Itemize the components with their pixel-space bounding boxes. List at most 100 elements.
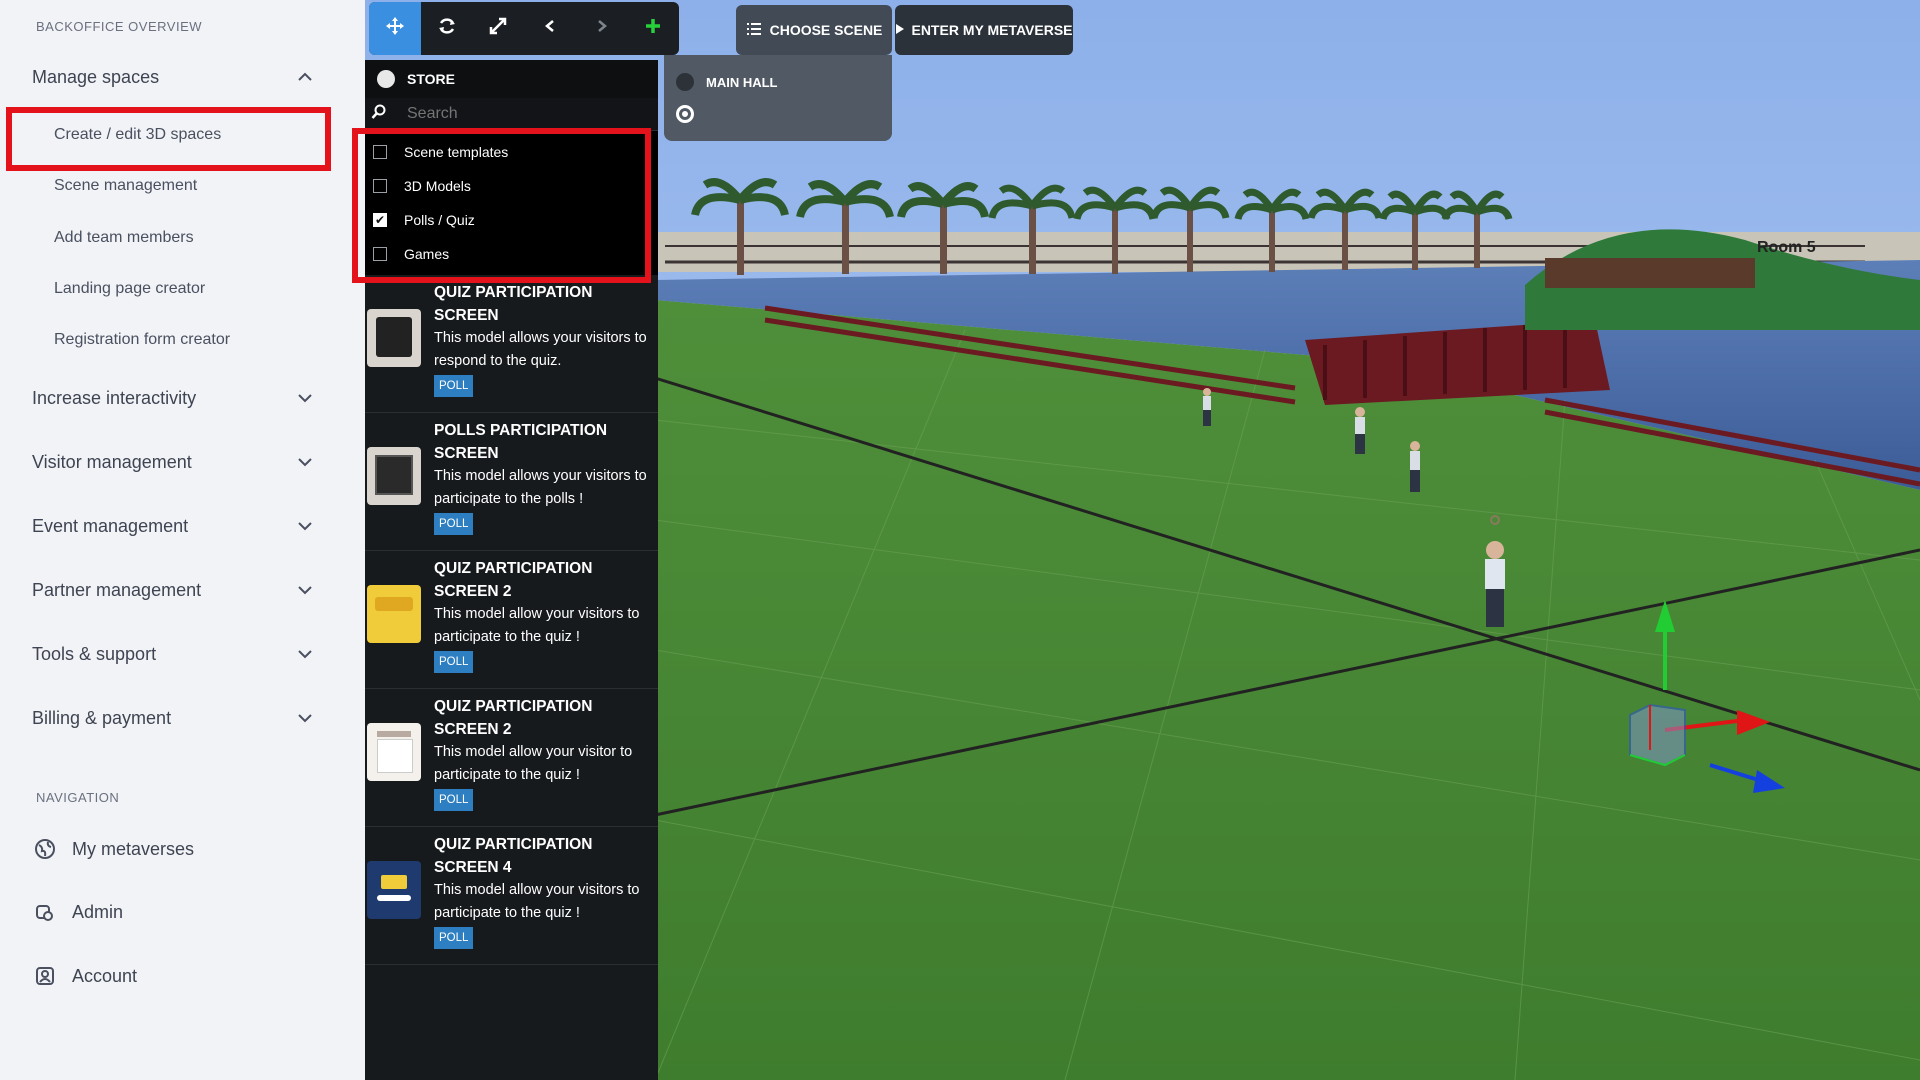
store-item[interactable]: QUIZ PARTICIPATION SCREEN This model all… — [365, 275, 658, 413]
nav-link-label: Account — [72, 965, 138, 986]
chevron-down-icon — [295, 452, 315, 472]
checkbox[interactable] — [373, 145, 387, 159]
nav-group-visitor-management[interactable]: Visitor management — [32, 444, 315, 480]
filter-scene-templates[interactable]: Scene templates — [365, 135, 658, 169]
item-title: POLLS PARTICIPATION SCREEN — [434, 422, 608, 462]
item-description: This model allows your visitors to respo… — [434, 330, 647, 369]
nav-group-event-management[interactable]: Event management — [32, 508, 315, 544]
item-description: This model allow your visitors to partic… — [434, 882, 640, 921]
item-thumbnail — [367, 723, 421, 781]
store-search-bar — [365, 98, 658, 131]
item-thumbnail — [367, 447, 421, 505]
nav-link-label: Admin — [72, 901, 124, 922]
backoffice-sidebar: BACKOFFICE OVERVIEW Manage spaces Create… — [0, 0, 347, 1080]
filter-label: 3D Models — [404, 178, 471, 194]
checkbox[interactable] — [373, 179, 387, 193]
store-filter-list: Scene templates 3D Models ✔ Polls / Quiz… — [365, 131, 658, 275]
chevron-down-icon — [295, 580, 315, 600]
item-title: QUIZ PARTICIPATION SCREEN 2 — [434, 560, 593, 600]
chevron-up-icon — [295, 67, 315, 87]
sidebar-item-create-edit-3d-spaces[interactable]: Create / edit 3D spaces — [54, 120, 221, 150]
chevron-down-icon — [295, 516, 315, 536]
sidebar-item-add-team-members[interactable]: Add team members — [54, 223, 194, 253]
enter-metaverse-label: ENTER MY METAVERSE — [911, 22, 1073, 38]
chevron-down-icon — [295, 388, 315, 408]
add-object-button[interactable] — [627, 2, 679, 55]
store-item[interactable]: QUIZ PARTICIPATION SCREEN 2 This model a… — [365, 551, 658, 689]
rotate-tool-button[interactable] — [421, 2, 473, 55]
checkbox-checked[interactable]: ✔ — [373, 213, 387, 227]
item-title: QUIZ PARTICIPATION SCREEN 2 — [434, 698, 593, 738]
item-badge: POLL — [434, 375, 474, 397]
globe-icon — [32, 836, 58, 862]
item-title: QUIZ PARTICIPATION SCREEN 4 — [434, 836, 593, 876]
item-badge: POLL — [434, 927, 474, 949]
redo-button[interactable] — [576, 2, 628, 55]
chevron-down-icon — [295, 708, 315, 728]
list-icon — [746, 22, 762, 39]
filter-label: Scene templates — [404, 144, 509, 160]
account-icon — [32, 963, 58, 989]
room-label: Room 5 — [1757, 239, 1816, 256]
sidebar-item-registration-form-creator[interactable]: Registration form creator — [54, 325, 230, 355]
nav-group-label: Event management — [32, 515, 189, 536]
scene-option-main-hall[interactable]: MAIN HALL — [676, 73, 778, 91]
nav-group-label: Partner management — [32, 579, 202, 600]
scene-option-selected[interactable] — [676, 105, 706, 123]
sidebar-item-landing-page-creator[interactable]: Landing page creator — [54, 274, 205, 304]
nav-group-label: Billing & payment — [32, 707, 172, 728]
store-toggle-icon[interactable] — [377, 70, 395, 88]
filter-3d-models[interactable]: 3D Models — [365, 169, 658, 203]
item-description: This model allow your visitor to partici… — [434, 744, 633, 783]
choose-scene-label: CHOOSE SCENE — [769, 22, 883, 38]
play-icon — [895, 22, 905, 38]
item-badge: POLL — [434, 651, 474, 673]
scale-tool-button[interactable] — [472, 2, 524, 55]
sidebar-item-scene-management[interactable]: Scene management — [54, 171, 197, 201]
scene-selector-dropdown: MAIN HALL — [664, 55, 892, 141]
nav-link-my-metaverses[interactable]: My metaverses — [32, 832, 194, 866]
move-icon — [385, 16, 405, 41]
nav-group-billing-payment[interactable]: Billing & payment — [32, 700, 315, 736]
store-title: STORE — [407, 71, 455, 87]
nav-group-label: Visitor management — [32, 451, 192, 472]
chevron-right-icon — [596, 19, 608, 38]
search-icon — [371, 104, 387, 125]
move-tool-button[interactable] — [369, 2, 421, 55]
nav-link-admin[interactable]: Admin — [32, 895, 123, 929]
undo-button[interactable] — [524, 2, 576, 55]
item-thumbnail — [367, 309, 421, 367]
nav-link-label: My metaverses — [72, 838, 195, 859]
nav-group-manage-spaces[interactable]: Manage spaces — [32, 59, 315, 95]
admin-icon — [32, 899, 58, 925]
radio-unselected — [676, 73, 694, 91]
scale-icon — [488, 16, 508, 41]
nav-link-account[interactable]: Account — [32, 959, 137, 993]
chevron-left-icon — [544, 19, 556, 38]
nav-group-tools-support[interactable]: Tools & support — [32, 636, 315, 672]
nav-group-increase-interactivity[interactable]: Increase interactivity — [32, 380, 315, 416]
plus-icon — [644, 17, 662, 40]
store-search-input[interactable] — [405, 104, 639, 124]
chevron-down-icon — [295, 644, 315, 664]
section-title-navigation: NAVIGATION — [36, 790, 120, 805]
filter-games[interactable]: Games — [365, 237, 658, 271]
store-item[interactable]: QUIZ PARTICIPATION SCREEN 2 This model a… — [365, 689, 658, 827]
store-header[interactable]: STORE — [365, 60, 658, 98]
item-badge: POLL — [434, 513, 474, 535]
room-building — [1545, 258, 1755, 288]
checkbox[interactable] — [373, 247, 387, 261]
choose-scene-button[interactable]: CHOOSE SCENE — [736, 5, 892, 55]
nav-group-partner-management[interactable]: Partner management — [32, 572, 315, 608]
filter-label: Games — [404, 246, 450, 262]
section-title-overview: BACKOFFICE OVERVIEW — [36, 19, 203, 34]
filter-label: Polls / Quiz — [404, 212, 475, 228]
store-item[interactable]: QUIZ PARTICIPATION SCREEN 4 This model a… — [365, 827, 658, 965]
nav-group-label: Tools & support — [32, 643, 157, 664]
item-title: QUIZ PARTICIPATION SCREEN — [434, 284, 593, 324]
enter-metaverse-button[interactable]: ENTER MY METAVERSE — [895, 5, 1073, 55]
store-item[interactable]: POLLS PARTICIPATION SCREEN This model al… — [365, 413, 658, 551]
filter-polls-quiz[interactable]: ✔ Polls / Quiz — [365, 203, 658, 237]
item-thumbnail — [367, 585, 421, 643]
rotate-icon — [437, 16, 457, 41]
